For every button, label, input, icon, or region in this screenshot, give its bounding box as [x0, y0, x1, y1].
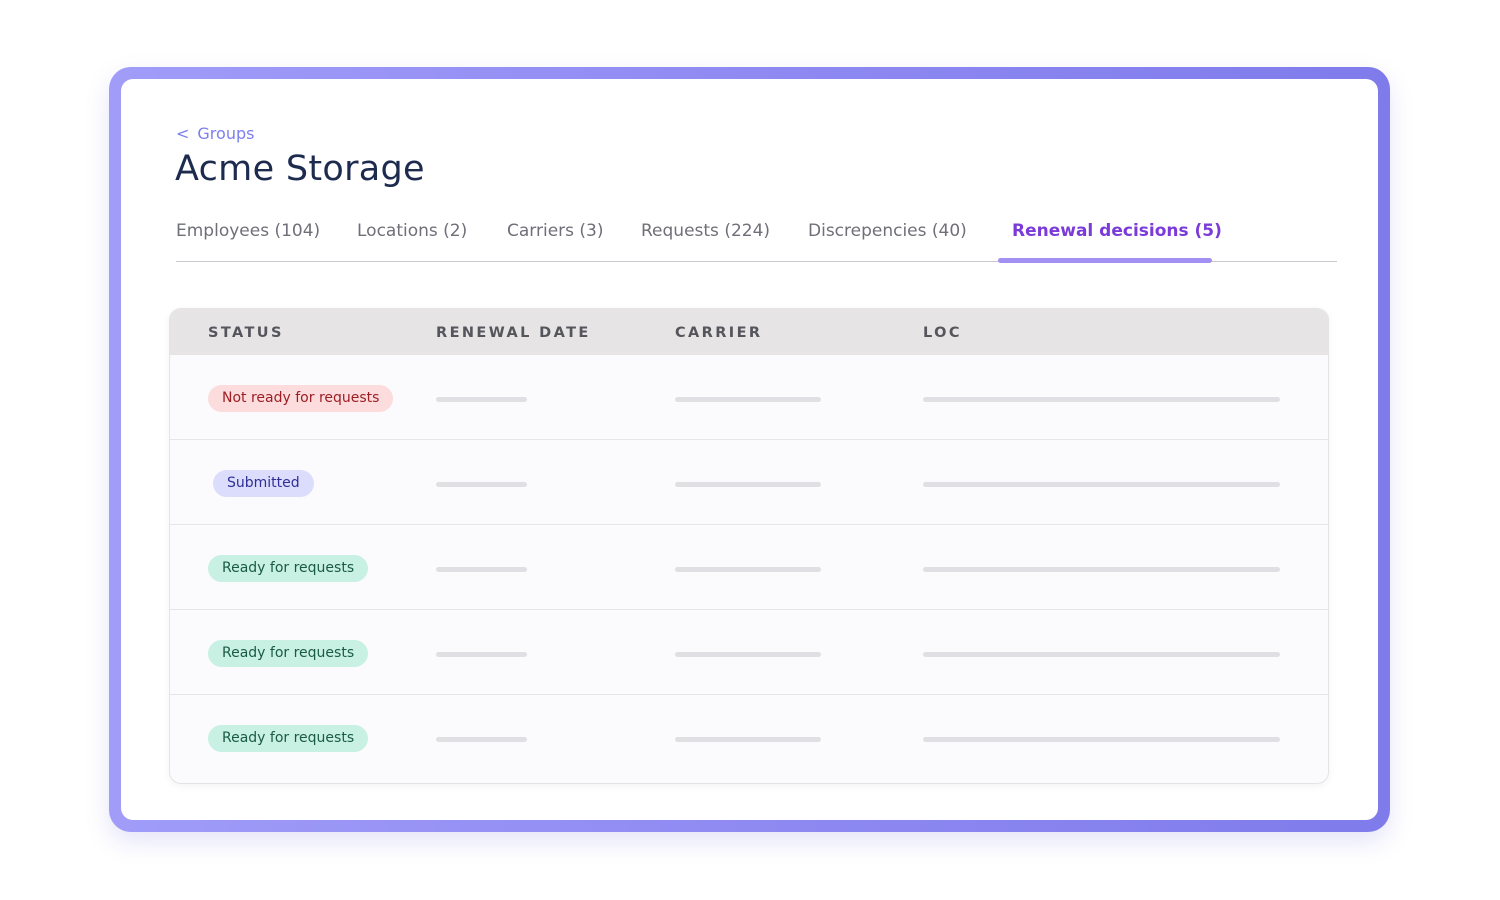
table-header: STATUS RENEWAL DATE CARRIER LOC [170, 309, 1328, 355]
tab-carriers[interactable]: Carriers (3) [507, 221, 603, 241]
tab-bar: Employees (104) Locations (2) Carriers (… [176, 211, 1337, 263]
table-row[interactable]: Ready for requests [170, 610, 1328, 695]
carrier-placeholder [675, 567, 821, 572]
status-badge: Not ready for requests [208, 385, 394, 412]
tab-locations[interactable]: Locations (2) [357, 221, 467, 241]
table-row[interactable]: Submitted [170, 440, 1328, 525]
carrier-placeholder [675, 482, 821, 487]
renewal-decisions-table: STATUS RENEWAL DATE CARRIER LOC Not read… [169, 308, 1329, 784]
table-row[interactable]: Ready for requests [170, 525, 1328, 610]
active-tab-indicator [998, 258, 1212, 263]
renewal-date-placeholder [436, 482, 527, 487]
loc-placeholder [923, 737, 1280, 742]
tab-discrepencies[interactable]: Discrepencies (40) [808, 221, 967, 241]
column-header-status[interactable]: STATUS [208, 325, 284, 341]
breadcrumb[interactable]: < Groups [176, 124, 254, 143]
window-frame: < Groups Acme Storage Employees (104) Lo… [109, 67, 1390, 832]
tab-requests[interactable]: Requests (224) [641, 221, 770, 241]
tab-employees[interactable]: Employees (104) [176, 221, 320, 241]
carrier-placeholder [675, 652, 821, 657]
column-header-loc[interactable]: LOC [923, 325, 962, 341]
carrier-placeholder [675, 737, 821, 742]
loc-placeholder [923, 567, 1280, 572]
page-title: Acme Storage [175, 149, 425, 189]
status-badge: Ready for requests [208, 555, 369, 582]
renewal-date-placeholder [436, 737, 527, 742]
chevron-left-icon: < [176, 124, 190, 143]
status-badge: Ready for requests [208, 725, 369, 752]
renewal-date-placeholder [436, 652, 527, 657]
breadcrumb-link-groups[interactable]: Groups [197, 124, 254, 143]
loc-placeholder [923, 397, 1280, 402]
main-card: < Groups Acme Storage Employees (104) Lo… [121, 79, 1378, 820]
carrier-placeholder [675, 397, 821, 402]
renewal-date-placeholder [436, 397, 527, 402]
table-row[interactable]: Ready for requests [170, 695, 1328, 780]
table-row[interactable]: Not ready for requests [170, 355, 1328, 440]
tab-renewal-decisions[interactable]: Renewal decisions (5) [1012, 221, 1222, 241]
status-badge: Submitted [213, 470, 314, 497]
loc-placeholder [923, 652, 1280, 657]
column-header-renewal-date[interactable]: RENEWAL DATE [436, 325, 591, 341]
loc-placeholder [923, 482, 1280, 487]
renewal-date-placeholder [436, 567, 527, 572]
status-badge: Ready for requests [208, 640, 369, 667]
column-header-carrier[interactable]: CARRIER [675, 325, 762, 341]
